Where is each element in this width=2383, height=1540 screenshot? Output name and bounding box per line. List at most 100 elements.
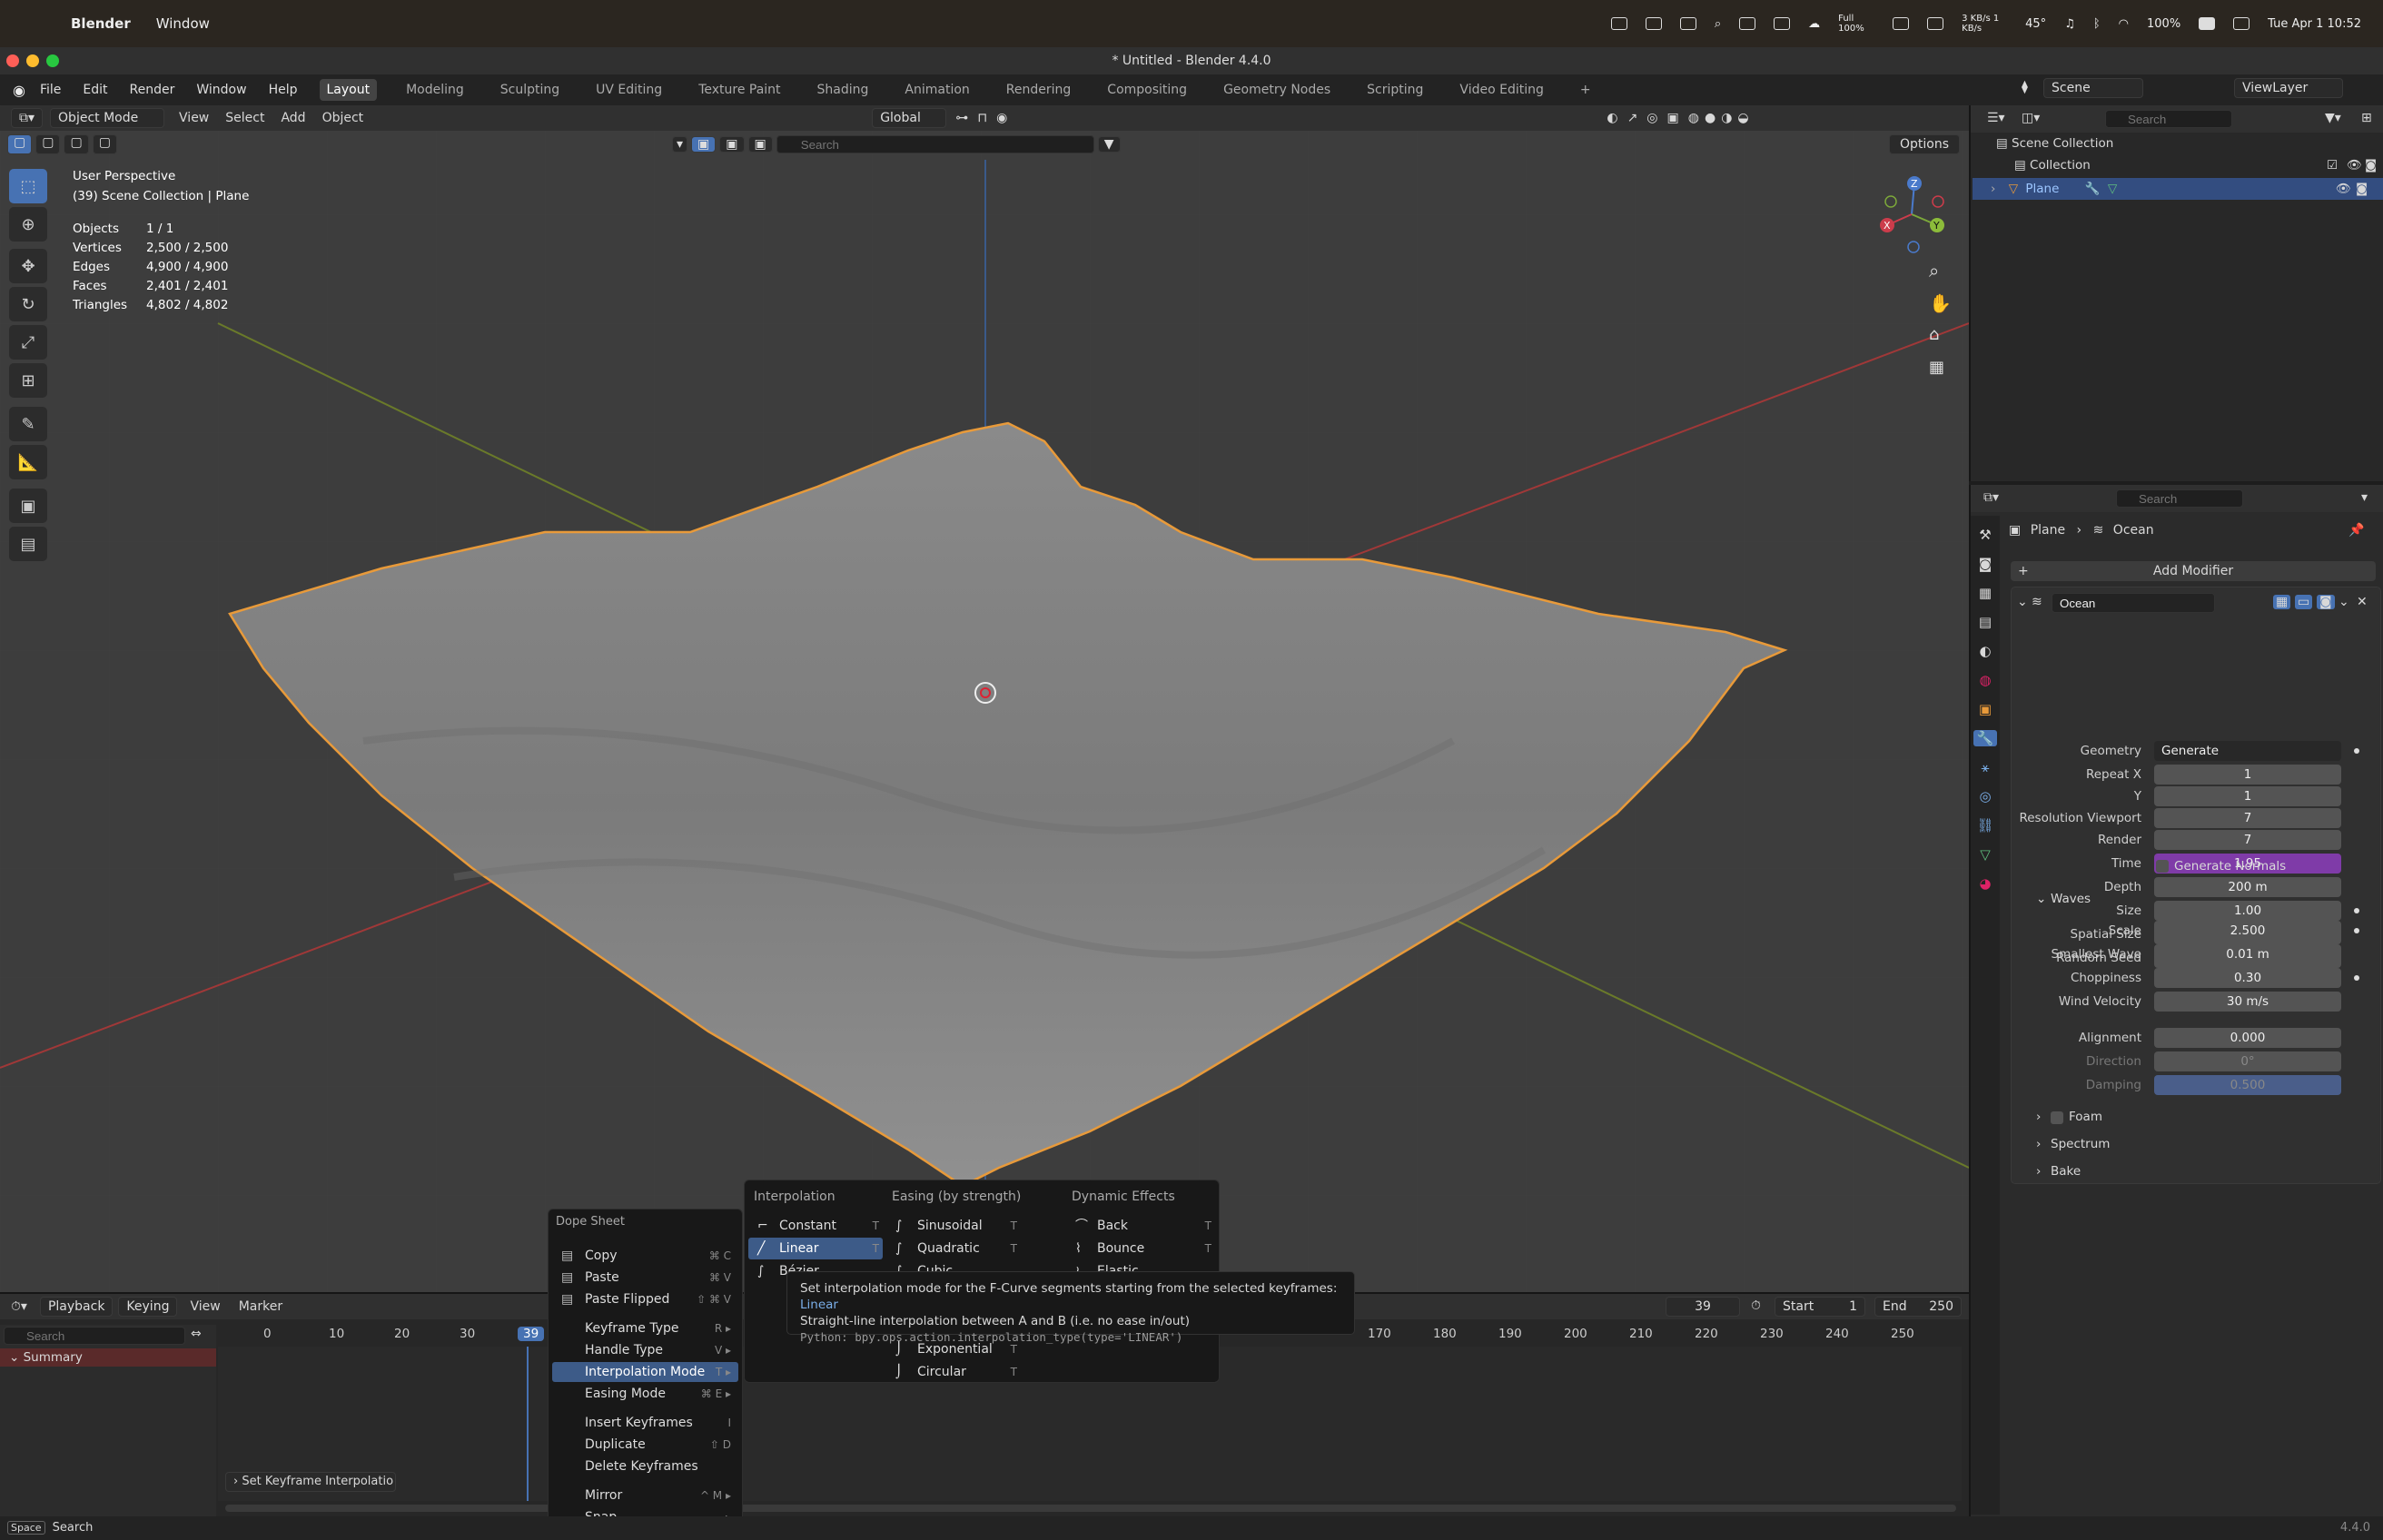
subpanel-spectrum[interactable]: › Spectrum: [1971, 1135, 2383, 1155]
render-menu[interactable]: Render: [130, 83, 175, 97]
field-value[interactable]: 1: [2154, 786, 2341, 806]
tab-rendering[interactable]: Rendering: [999, 79, 1079, 101]
editor-type-icon[interactable]: ⧉▾: [11, 108, 44, 128]
control-center-icon[interactable]: [2233, 17, 2250, 30]
help-menu[interactable]: Help: [269, 83, 298, 97]
summary-channel[interactable]: ⌄ Summary: [0, 1348, 216, 1367]
transform-orientation[interactable]: Global: [872, 108, 947, 128]
view-layer-tab-icon[interactable]: ▤: [1979, 614, 1992, 630]
add-cube-tool-icon[interactable]: ▣: [9, 489, 47, 523]
search-icon[interactable]: ⌕: [1715, 17, 1721, 31]
add-modifier-button[interactable]: + Add Modifier: [2011, 561, 2376, 581]
channel-search-input[interactable]: [4, 1327, 185, 1345]
playback-menu[interactable]: Playback: [39, 1297, 114, 1317]
chevron-down-icon[interactable]: ⌄: [2339, 595, 2349, 609]
interp-linear-item[interactable]: ╱ Linear T: [748, 1238, 883, 1259]
annotate-tool-icon[interactable]: ✎: [9, 407, 47, 441]
current-frame-indicator[interactable]: 39: [518, 1327, 545, 1341]
options-dropdown[interactable]: Options: [1889, 134, 1960, 154]
eye-icon[interactable]: 👁: [2347, 158, 2362, 173]
editor-type-icon[interactable]: ☰▾: [1987, 111, 2005, 125]
select-subtract-icon[interactable]: ▢: [64, 134, 89, 154]
end-frame-field[interactable]: End 250: [1874, 1297, 1962, 1317]
minimize-window-button[interactable]: [26, 54, 39, 67]
marker-menu[interactable]: Marker: [239, 1299, 282, 1314]
outliner-collection-row[interactable]: ▤ Collection ☑ 👁 ◙: [2014, 158, 2378, 173]
zoom-window-button[interactable]: [46, 54, 59, 67]
context-menu-item[interactable]: ▤ Paste Flipped ⇧ ⌘ V: [552, 1289, 738, 1309]
field-value[interactable]: 30 m/s: [2154, 992, 2341, 1012]
context-menu-item[interactable]: Duplicate ⇧ D: [552, 1435, 738, 1455]
shading-wire-icon[interactable]: ◍: [1688, 111, 1699, 125]
context-menu-item[interactable]: Keyframe Type R ▸: [552, 1318, 738, 1338]
field-value[interactable]: 0.30: [2154, 968, 2341, 988]
visibility-icon[interactable]: ◐: [1607, 111, 1617, 125]
add-workspace-icon[interactable]: +: [1573, 79, 1598, 101]
field-value[interactable]: 2.500: [2154, 921, 2341, 941]
viewport-search-input[interactable]: [776, 135, 1094, 153]
interp-constant-item[interactable]: ⌐ Constant T: [748, 1215, 883, 1237]
headphones-icon[interactable]: ♫: [2064, 17, 2075, 31]
pin-icon[interactable]: 📌: [2348, 523, 2364, 538]
close-window-button[interactable]: [6, 54, 19, 67]
start-frame-field[interactable]: Start 1: [1775, 1297, 1865, 1317]
output-tab-icon[interactable]: ▦: [1979, 585, 1992, 601]
tab-sculpting[interactable]: Sculpting: [493, 79, 567, 101]
checkbox-icon[interactable]: ☑: [2327, 158, 2338, 173]
dynamic-back-item[interactable]: ⌒ Back T: [1066, 1215, 1215, 1237]
display-icon[interactable]: [1774, 17, 1791, 30]
easing-quadratic-item[interactable]: ∫ Quadratic T: [886, 1238, 1021, 1259]
checkbox-icon[interactable]: [2051, 1111, 2063, 1124]
keyframe-dot-icon[interactable]: [2354, 928, 2359, 933]
shading-render-icon[interactable]: ◒: [1737, 111, 1748, 125]
tab-uv-editing[interactable]: UV Editing: [588, 79, 669, 101]
tab-texture-paint[interactable]: Texture Paint: [691, 79, 787, 101]
keyframe-dot-icon[interactable]: [2354, 975, 2359, 981]
shading-material-icon[interactable]: ◑: [1721, 111, 1732, 125]
shading-solid-icon[interactable]: ●: [1705, 111, 1716, 125]
gizmo-icon[interactable]: ↗: [1627, 111, 1638, 125]
context-menu-item[interactable]: Handle Type V ▸: [552, 1340, 738, 1360]
outliner-scene-collection[interactable]: ▤ Scene Collection: [1996, 136, 2113, 151]
proportional-edit-icon[interactable]: ◉: [996, 111, 1007, 125]
menubar-icon[interactable]: [1645, 17, 1662, 30]
field-value[interactable]: 7: [2154, 830, 2341, 850]
menubar-icon[interactable]: [1610, 17, 1627, 30]
chevron-down-icon[interactable]: ▾: [2361, 490, 2368, 505]
select-box-tool-icon[interactable]: ⬚: [9, 169, 47, 203]
render-camera-icon[interactable]: ◙: [2365, 158, 2377, 173]
scene-selector[interactable]: Scene: [2043, 78, 2143, 98]
field-value[interactable]: 1: [2154, 765, 2341, 785]
swap-icon[interactable]: ⇔: [191, 1327, 202, 1341]
tab-layout[interactable]: Layout: [319, 79, 378, 101]
weather-icon[interactable]: ☁: [1808, 17, 1820, 31]
overlay-icon[interactable]: ◎: [1646, 111, 1657, 125]
context-menu-item[interactable]: Easing Mode ⌘ E ▸: [552, 1384, 738, 1404]
outliner-plane-row[interactable]: › ▽ Plane 🔧 ▽ 👁 ◙: [1973, 178, 2383, 200]
scene-tab-icon[interactable]: ◐: [1979, 643, 1991, 659]
field-value[interactable]: Generate: [2154, 741, 2341, 761]
field-value[interactable]: 0°: [2154, 1051, 2341, 1071]
tab-animation[interactable]: Animation: [897, 79, 976, 101]
tab-geometry-nodes[interactable]: Geometry Nodes: [1216, 79, 1338, 101]
rotate-tool-icon[interactable]: ↻: [9, 287, 47, 321]
edit-menu[interactable]: Edit: [83, 83, 107, 97]
tab-scripting[interactable]: Scripting: [1360, 79, 1430, 101]
add-object-tool-icon[interactable]: ▤: [9, 527, 47, 561]
editor-type-icon[interactable]: ⏱▾: [11, 1299, 27, 1314]
expand-chevron-icon[interactable]: ›: [1991, 182, 1995, 196]
select-invert-icon[interactable]: ▢: [92, 134, 117, 154]
context-menu-item[interactable]: Delete Keyframes: [552, 1456, 738, 1476]
field-value[interactable]: 0.000: [2154, 1028, 2341, 1048]
field-value[interactable]: 7: [2154, 808, 2341, 828]
wifi-icon[interactable]: ◠: [2119, 17, 2129, 31]
menubar-icon[interactable]: [1679, 17, 1696, 30]
viewport-canvas[interactable]: [0, 105, 1969, 1292]
tab-compositing[interactable]: Compositing: [1100, 79, 1194, 101]
measure-tool-icon[interactable]: 📐: [9, 445, 47, 479]
new-collection-icon[interactable]: ⊞: [2361, 111, 2372, 125]
render-tab-icon[interactable]: ◙: [1979, 556, 1992, 572]
easing-circular-item[interactable]: ⌡ Circular T: [886, 1361, 1021, 1383]
menubar-icon[interactable]: [1927, 17, 1944, 30]
outliner-search-input[interactable]: [2105, 110, 2232, 128]
